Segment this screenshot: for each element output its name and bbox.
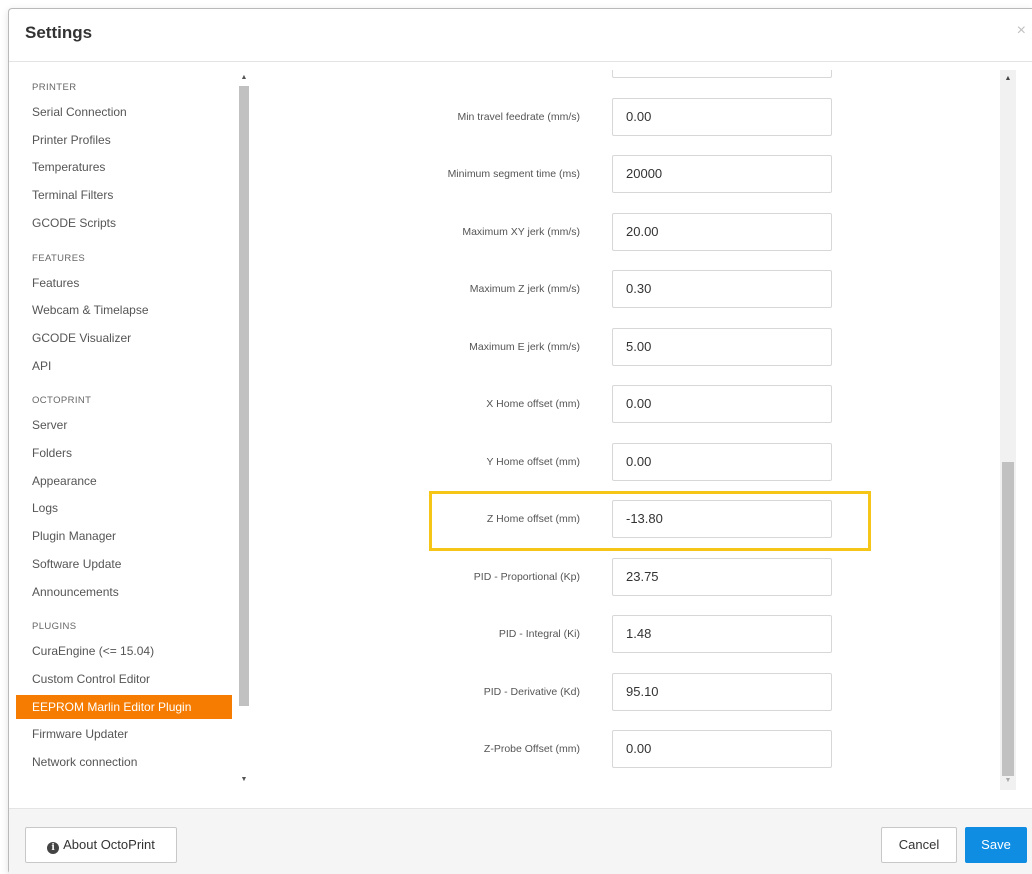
nav-section-header: PLUGINS <box>32 621 77 633</box>
field-label: Y Home offset (mm) <box>486 455 580 468</box>
sidebar-item-plugin-manager[interactable]: Plugin Manager <box>16 524 232 548</box>
field-label: Maximum XY jerk (mm/s) <box>462 225 580 238</box>
field-label: PID - Integral (Ki) <box>498 628 580 640</box>
content-scrollbar-thumb[interactable] <box>1002 462 1014 776</box>
sidebar-item-software-update[interactable]: Software Update <box>16 552 232 576</box>
arrow-down-icon[interactable]: ▼ <box>1002 774 1014 788</box>
field-label <box>280 70 580 78</box>
about-octoprint-button[interactable]: i About OctoPrint <box>25 827 177 863</box>
content-scrollbar[interactable]: ▲ ▼ <box>1000 70 1016 790</box>
sidebar-item-folders[interactable]: Folders <box>16 441 232 465</box>
field-input[interactable]: 0.00 <box>612 730 832 768</box>
field-label: PID - Derivative (Kd) <box>483 685 580 698</box>
form-row: Min travel feedrate (mm/s) 0.00 <box>262 97 862 136</box>
arrow-down-icon[interactable]: ▼ <box>239 774 249 786</box>
field-input[interactable]: 1.48 <box>612 615 832 653</box>
sidebar-item-appearance[interactable]: Appearance <box>16 469 232 493</box>
field-input[interactable] <box>612 70 832 78</box>
field-input[interactable]: 20.00 <box>612 212 832 251</box>
nav-section-header: PRINTER <box>32 82 77 93</box>
sidebar-item-curaengine-15-04[interactable]: CuraEngine (<= 15.04) <box>16 639 232 663</box>
field-label: PID - Proportional (Kp) <box>473 570 580 583</box>
form-row: Z-Probe Offset (mm) 0.00 <box>262 730 862 768</box>
sidebar-item-api[interactable]: API <box>16 354 232 378</box>
cancel-button[interactable]: Cancel <box>881 827 957 863</box>
field-label: Maximum E jerk (mm/s) <box>469 340 580 353</box>
sidebar-item-server[interactable]: Server <box>16 413 232 437</box>
close-icon[interactable]: × <box>1017 23 1026 39</box>
dialog-title: Settings <box>25 23 93 42</box>
form-row: PID - Derivative (Kd) 95.10 <box>262 672 862 711</box>
field-label: Maximum Z jerk (mm/s) <box>469 283 580 295</box>
form-row: Maximum E jerk (mm/s) 5.00 <box>262 327 862 366</box>
sidebar-item-gcode-visualizer[interactable]: GCODE Visualizer <box>16 326 232 350</box>
field-label: Z-Probe Offset (mm) <box>483 743 580 755</box>
field-input[interactable]: 0.00 <box>612 385 832 423</box>
field-input[interactable]: 0.30 <box>612 270 832 308</box>
field-input[interactable]: 20000 <box>612 155 832 193</box>
field-label: Minimum segment time (ms) <box>447 168 580 180</box>
highlight-annotation <box>429 491 871 551</box>
form-row: X Home offset (mm) 0.00 <box>262 385 862 423</box>
sidebar-item-printer-profiles[interactable]: Printer Profiles <box>16 128 232 152</box>
field-input[interactable]: 0.00 <box>612 97 832 136</box>
arrow-up-icon[interactable]: ▲ <box>239 72 249 84</box>
info-circle-icon: i <box>47 842 60 854</box>
sidebar-scrollbar-thumb[interactable] <box>239 86 249 706</box>
sidebar-item-firmware-updater[interactable]: Firmware Updater <box>16 722 232 746</box>
save-button[interactable]: Save <box>965 827 1027 863</box>
about-label: About OctoPrint <box>63 837 155 852</box>
sidebar-item-eeprom-marlin-editor-plugin[interactable]: EEPROM Marlin Editor Plugin <box>16 694 232 719</box>
form-row: PID - Integral (Ki) 1.48 <box>262 615 862 653</box>
sidebar-item-network-connection[interactable]: Network connection <box>16 750 232 774</box>
form-row: Maximum XY jerk (mm/s) 20.00 <box>262 212 862 251</box>
form-row: Maximum Z jerk (mm/s) 0.30 <box>262 270 862 308</box>
dialog-footer: i About OctoPrint Cancel Save <box>9 808 1032 874</box>
sidebar-item-announcements[interactable]: Announcements <box>16 580 232 604</box>
form-row: Y Home offset (mm) 0.00 <box>262 442 862 481</box>
sidebar-item-gcode-scripts[interactable]: GCODE Scripts <box>16 211 232 235</box>
sidebar-scrollbar[interactable]: ▲ ▼ <box>236 70 250 790</box>
field-input[interactable]: 95.10 <box>612 672 832 711</box>
form-row <box>262 70 862 78</box>
sidebar-item-temperatures[interactable]: Temperatures <box>16 155 232 179</box>
sidebar-item-webcam-timelapse[interactable]: Webcam & Timelapse <box>16 298 232 322</box>
sidebar-item-logs[interactable]: Logs <box>16 496 232 520</box>
sidebar-item-serial-connection[interactable]: Serial Connection <box>16 100 232 124</box>
field-label: X Home offset (mm) <box>486 398 580 410</box>
nav-section-header: FEATURES <box>32 252 86 264</box>
sidebar-item-features[interactable]: Features <box>16 271 232 295</box>
field-input[interactable]: 23.75 <box>612 557 832 596</box>
nav-section-header: OCTOPRINT <box>32 395 92 407</box>
field-input[interactable]: 0.00 <box>612 442 832 481</box>
form-row: PID - Proportional (Kp) 23.75 <box>262 557 862 596</box>
sidebar-item-terminal-filters[interactable]: Terminal Filters <box>16 183 232 207</box>
eeprom-settings-content: Min travel feedrate (mm/s) 0.00 Minimum se… <box>262 70 1010 790</box>
field-label: Min travel feedrate (mm/s) <box>457 110 580 123</box>
dialog-header: Settings × <box>9 9 1032 62</box>
settings-sidebar: ▲ ▼ PRINTER Serial Connection Printer Prof… <box>16 70 250 790</box>
arrow-up-icon[interactable]: ▲ <box>1002 72 1014 86</box>
field-input[interactable]: 5.00 <box>612 327 832 366</box>
sidebar-item-custom-control-editor[interactable]: Custom Control Editor <box>16 667 232 691</box>
form-row: Minimum segment time (ms) 20000 <box>262 155 862 193</box>
